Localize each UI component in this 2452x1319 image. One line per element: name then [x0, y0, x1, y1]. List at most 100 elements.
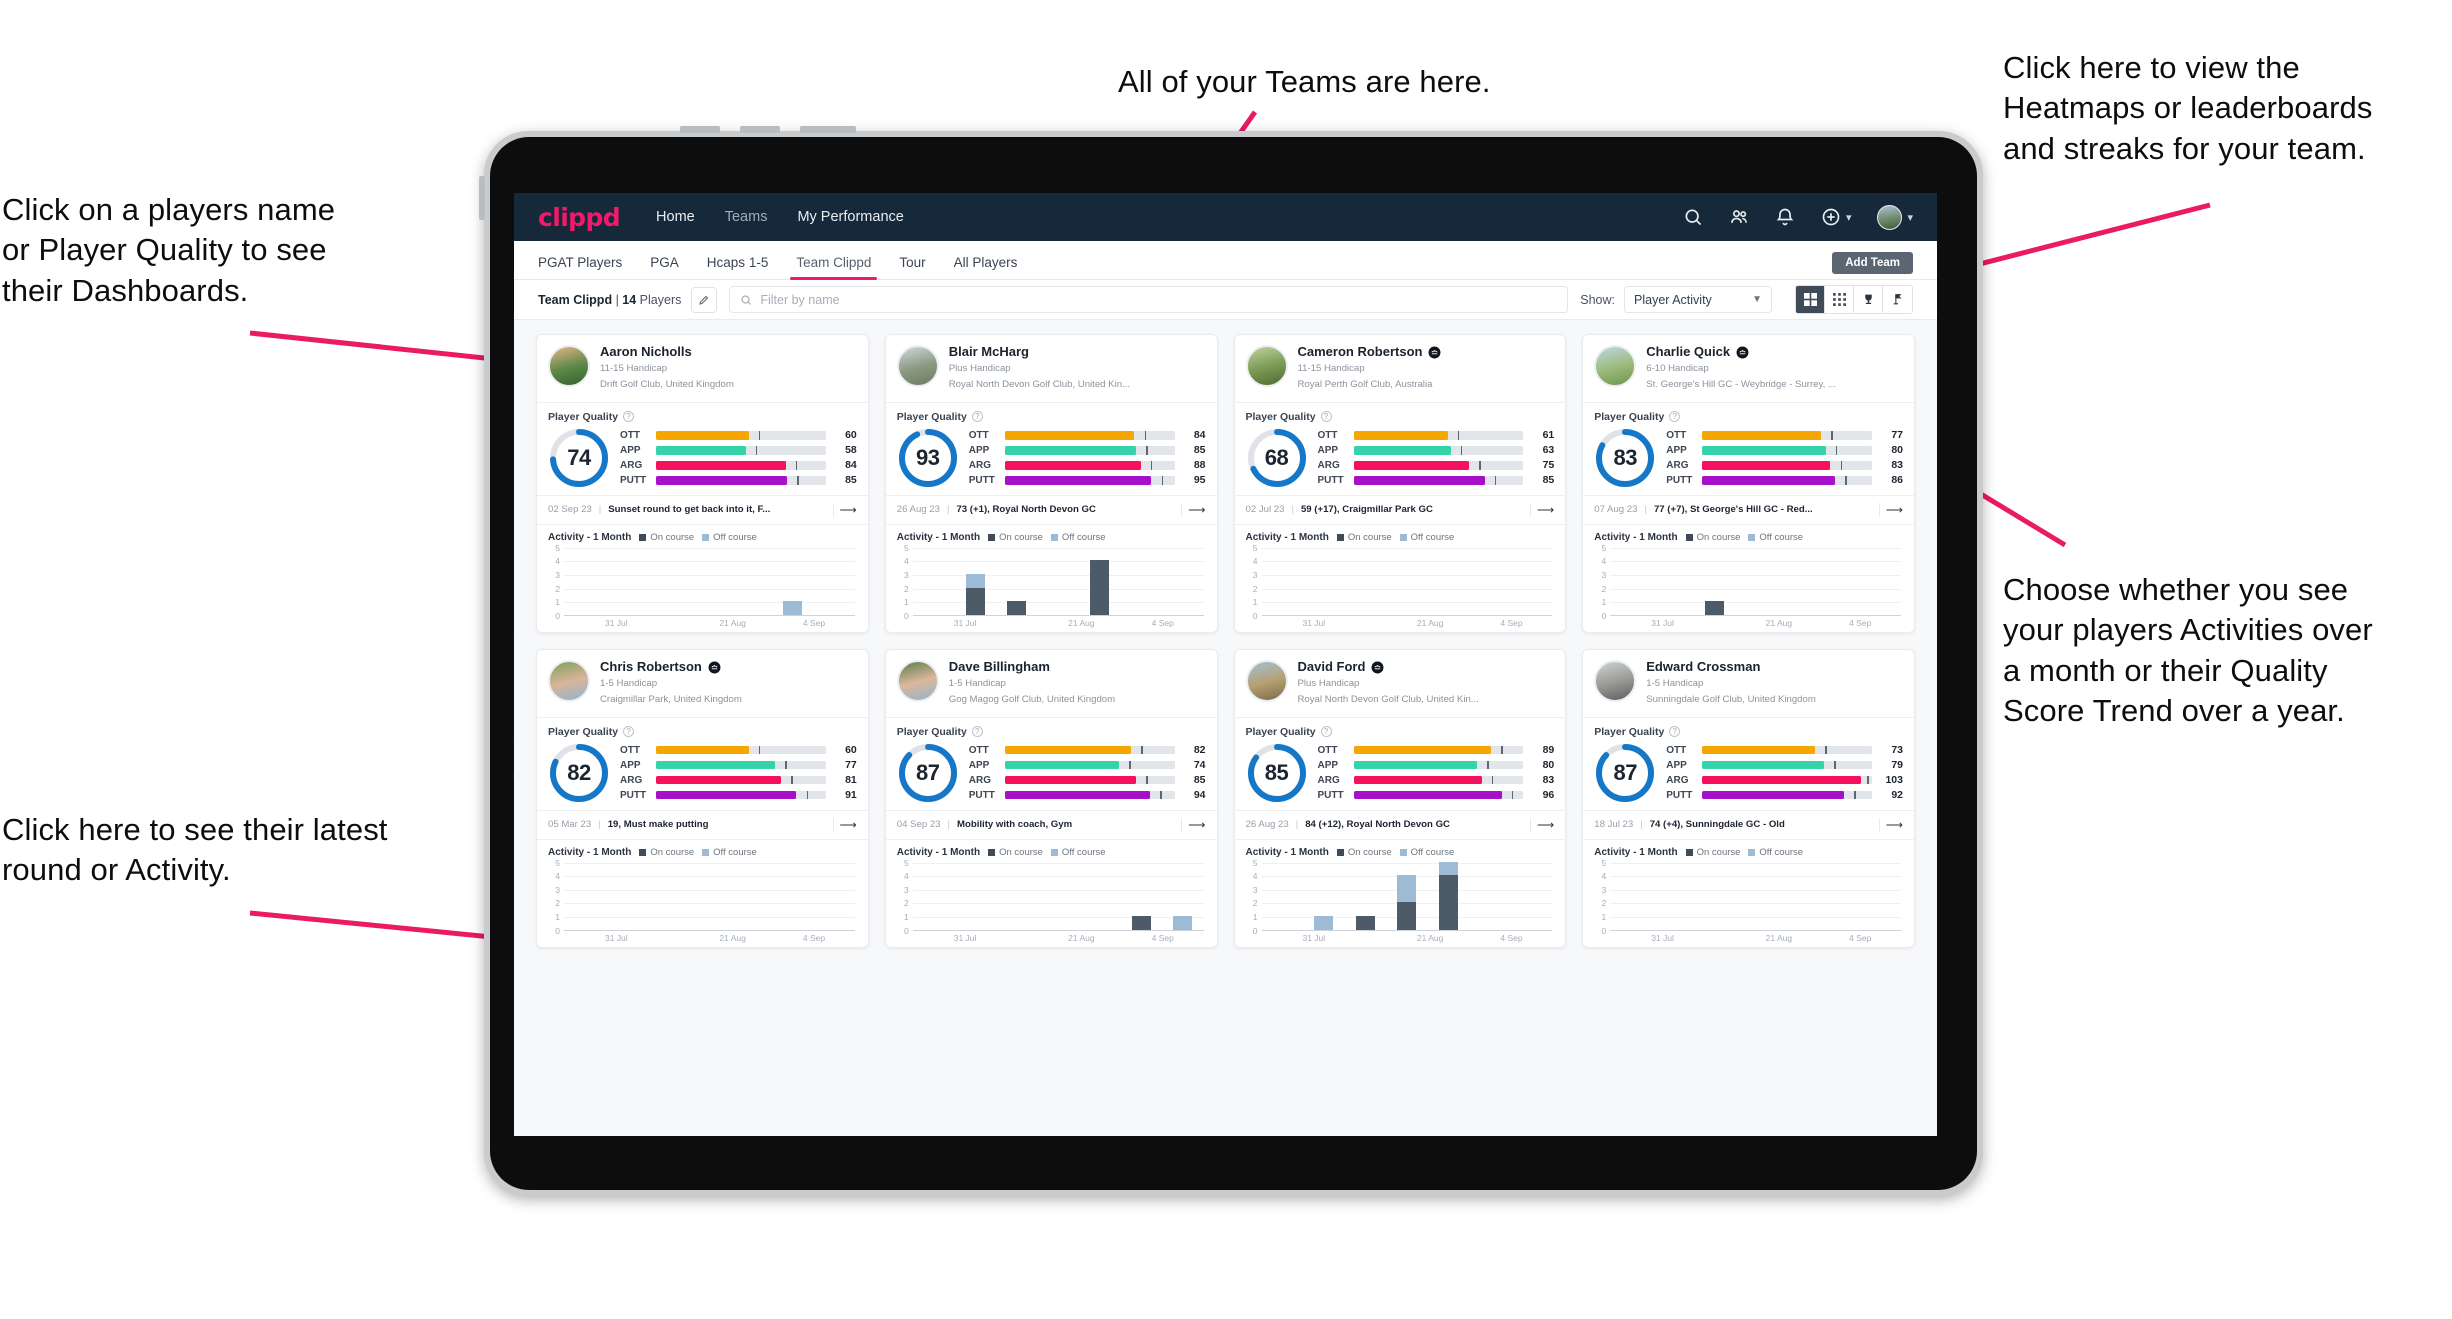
player-card[interactable]: Blair McHarg Plus Handicap Royal North D…: [884, 334, 1218, 633]
latest-round-row[interactable]: 02 Sep 23 | Sunset round to get back int…: [537, 494, 868, 524]
player-quality-section[interactable]: Player Quality ? 83 OTT 77 APP 80 ARG 83…: [1583, 401, 1914, 495]
arrow-right-icon[interactable]: ⟶: [1530, 817, 1554, 832]
tab-tour[interactable]: Tour: [885, 255, 939, 279]
player-card[interactable]: Charlie Quick 6-10 Handicap St. George's…: [1582, 334, 1915, 633]
help-icon[interactable]: ?: [1320, 726, 1332, 738]
arrow-right-icon[interactable]: ⟶: [1878, 817, 1903, 832]
player-name[interactable]: Cameron Robertson: [1298, 344, 1442, 360]
player-quality-section[interactable]: Player Quality ? 68 OTT 61 APP 63 ARG 75…: [1234, 401, 1566, 495]
edit-team-button[interactable]: [691, 286, 718, 313]
player-card-header[interactable]: David Ford Plus Handicap Royal North Dev…: [1235, 650, 1566, 717]
player-quality-ring[interactable]: 87: [1594, 742, 1656, 804]
player-name[interactable]: Edward Crossman: [1646, 659, 1816, 675]
player-quality-ring[interactable]: 83: [1594, 427, 1656, 489]
help-icon[interactable]: ?: [971, 411, 983, 423]
player-avatar[interactable]: [548, 345, 590, 387]
account-menu[interactable]: ▾: [1877, 204, 1913, 230]
tab-pga[interactable]: PGA: [636, 255, 693, 279]
grid-small-icon[interactable]: [1825, 286, 1854, 313]
arrow-right-icon[interactable]: ⟶: [832, 502, 857, 517]
help-icon[interactable]: ?: [1669, 411, 1681, 423]
arrow-right-icon[interactable]: ⟶: [1530, 502, 1554, 517]
player-name[interactable]: Dave Billingham: [949, 659, 1115, 675]
player-avatar[interactable]: [1245, 345, 1288, 387]
player-name[interactable]: Charlie Quick: [1646, 344, 1836, 360]
nav-item-home[interactable]: Home: [656, 209, 695, 225]
nav-item-my-performance[interactable]: My Performance: [797, 209, 903, 225]
help-icon[interactable]: ?: [1320, 411, 1332, 423]
tab-team-clippd[interactable]: Team Clippd: [782, 255, 885, 280]
tab-hcaps-1-5[interactable]: Hcaps 1-5: [693, 255, 783, 279]
player-card[interactable]: Dave Billingham 1-5 Handicap Gog Magog G…: [884, 648, 1218, 948]
player-quality-ring[interactable]: 82: [548, 742, 610, 804]
player-avatar[interactable]: [896, 345, 939, 387]
player-quality-ring[interactable]: 68: [1246, 427, 1308, 489]
latest-round-row[interactable]: 02 Jul 23 | 59 (+17), Craigmillar Park G…: [1234, 494, 1566, 524]
player-card-header[interactable]: Chris Robertson 1-5 Handicap Craigmillar…: [537, 650, 868, 717]
player-quality-section[interactable]: Player Quality ? 87 OTT 82 APP 74 ARG 85…: [885, 716, 1217, 810]
arrow-right-icon[interactable]: ⟶: [832, 817, 857, 832]
player-quality-section[interactable]: Player Quality ? 74 OTT 60 APP 58 ARG 84…: [537, 401, 868, 495]
latest-round-row[interactable]: 04 Sep 23 | Mobility with coach, Gym ⟶: [885, 809, 1217, 839]
show-select[interactable]: Player Activity ▼: [1624, 286, 1772, 313]
player-avatar[interactable]: [1245, 659, 1288, 702]
latest-round-row[interactable]: 07 Aug 23 | 77 (+7), St George's Hill GC…: [1583, 494, 1914, 524]
player-card-header[interactable]: Blair McHarg Plus Handicap Royal North D…: [886, 335, 1217, 402]
clippd-logo[interactable]: clippd: [538, 203, 621, 232]
player-quality-ring[interactable]: 85: [1246, 742, 1308, 804]
help-icon[interactable]: ?: [971, 726, 983, 738]
player-quality-section[interactable]: Player Quality ? 93 OTT 84 APP 85 ARG 88…: [885, 401, 1217, 495]
player-quality-section[interactable]: Player Quality ? 87 OTT 73 APP 79 ARG 10…: [1583, 716, 1914, 810]
add-menu[interactable]: ▾: [1821, 207, 1851, 227]
player-name[interactable]: Aaron Nicholls: [600, 344, 734, 360]
player-card[interactable]: Edward Crossman 1-5 Handicap Sunningdale…: [1582, 648, 1915, 948]
latest-round-row[interactable]: 26 Aug 23 | 73 (+1), Royal North Devon G…: [885, 494, 1217, 524]
avatar[interactable]: [1877, 204, 1903, 230]
player-quality-ring[interactable]: 87: [897, 742, 959, 804]
player-card-header[interactable]: Edward Crossman 1-5 Handicap Sunningdale…: [1583, 650, 1914, 717]
bar-on-course: [1090, 560, 1110, 615]
latest-round-row[interactable]: 26 Aug 23 | 84 (+12), Royal North Devon …: [1234, 809, 1566, 839]
player-handicap: Plus Handicap: [1297, 677, 1360, 689]
player-quality-ring[interactable]: 93: [897, 427, 959, 489]
player-card[interactable]: Aaron Nicholls 11-15 Handicap Drift Golf…: [536, 334, 869, 633]
bell-icon[interactable]: [1775, 207, 1795, 227]
player-card-header[interactable]: Aaron Nicholls 11-15 Handicap Drift Golf…: [537, 335, 868, 402]
player-card[interactable]: Cameron Robertson 11-15 Handicap Royal P…: [1233, 334, 1567, 633]
player-avatar[interactable]: [1594, 345, 1637, 387]
nav-item-teams[interactable]: Teams: [725, 209, 768, 225]
player-quality-section[interactable]: Player Quality ? 85 OTT 89 APP 80 ARG 83…: [1234, 716, 1566, 810]
search-icon[interactable]: [1683, 207, 1703, 227]
player-avatar[interactable]: [896, 659, 939, 702]
people-icon[interactable]: [1729, 207, 1749, 227]
arrow-right-icon[interactable]: ⟶: [1181, 502, 1206, 517]
latest-round-row[interactable]: 18 Jul 23 | 74 (+4), Sunningdale GC - Ol…: [1583, 809, 1914, 839]
add-team-button[interactable]: Add Team: [1832, 252, 1913, 274]
y-tick: 2: [904, 583, 909, 594]
arrow-right-icon[interactable]: ⟶: [1181, 817, 1206, 832]
player-card[interactable]: David Ford Plus Handicap Royal North Dev…: [1233, 648, 1567, 948]
player-avatar[interactable]: [548, 659, 590, 702]
player-quality-section[interactable]: Player Quality ? 82 OTT 60 APP 77 ARG 81…: [537, 716, 868, 810]
player-card-header[interactable]: Cameron Robertson 11-15 Handicap Royal P…: [1235, 335, 1566, 402]
player-avatar[interactable]: [1594, 659, 1637, 702]
activity-header: Activity - 1 Month On course Off course: [897, 847, 1206, 858]
tab-all-players[interactable]: All Players: [940, 255, 1032, 279]
player-quality-ring[interactable]: 74: [548, 427, 610, 489]
player-name[interactable]: David Ford: [1298, 659, 1479, 675]
help-icon[interactable]: ?: [1669, 726, 1681, 738]
grid-large-icon[interactable]: [1796, 286, 1825, 313]
latest-round-row[interactable]: 05 Mar 23 | 19, Must make putting ⟶: [537, 809, 868, 839]
player-card-header[interactable]: Charlie Quick 6-10 Handicap St. George's…: [1583, 335, 1914, 402]
trophy-icon[interactable]: [1854, 286, 1883, 313]
arrow-right-icon[interactable]: ⟶: [1878, 502, 1903, 517]
tab-pgat-players[interactable]: PGAT Players: [538, 255, 636, 279]
player-card-header[interactable]: Dave Billingham 1-5 Handicap Gog Magog G…: [886, 650, 1217, 717]
help-icon[interactable]: ?: [623, 411, 635, 423]
player-card[interactable]: Chris Robertson 1-5 Handicap Craigmillar…: [536, 648, 869, 948]
player-name[interactable]: Chris Robertson: [600, 659, 742, 675]
player-name[interactable]: Blair McHarg: [949, 344, 1130, 360]
search-input[interactable]: Filter by name: [729, 286, 1569, 313]
flag-icon[interactable]: [1883, 286, 1912, 313]
help-icon[interactable]: ?: [623, 726, 635, 738]
